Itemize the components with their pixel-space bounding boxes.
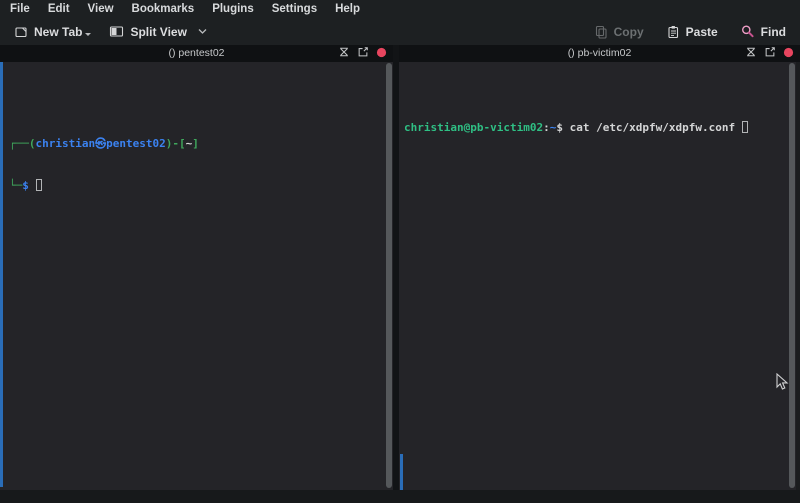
find-magnifier-icon (740, 24, 755, 39)
prompt-at-symbol: ㉿ (95, 137, 106, 150)
detach-tab-icon (764, 46, 776, 61)
terminal-left[interactable]: ┌──(christian㉿pentest02)-[~] └─$ (0, 62, 393, 490)
left-pane-title: () pentest02 (0, 45, 393, 62)
menu-view[interactable]: View (79, 0, 123, 18)
left-detach-tab-button[interactable] (357, 46, 369, 61)
close-icon (783, 46, 794, 61)
left-close-terminal-button[interactable] (376, 46, 387, 61)
right-maximize-terminal-button[interactable] (745, 46, 757, 61)
kali-prompt-line-1: ┌──(christian㉿pentest02)-[~] (9, 137, 393, 151)
right-pane-header: () pb-victim02 (399, 45, 800, 62)
left-terminal-output: ┌──(christian㉿pentest02)-[~] └─$ (0, 104, 393, 221)
menu-bookmarks[interactable]: Bookmarks (123, 0, 204, 18)
new-tab-button[interactable]: New Tab (8, 22, 97, 42)
split-view-chevron-down-icon (198, 28, 207, 35)
copy-button[interactable]: Copy (588, 22, 650, 42)
left-terminal-cursor (36, 179, 42, 191)
window-bottom-strip (0, 490, 800, 503)
paste-label: Paste (686, 25, 718, 39)
split-view-label: Split View (130, 25, 186, 39)
split-view-button[interactable]: Split View (103, 22, 212, 42)
prompt-frame-mid: )-[ (166, 137, 186, 150)
terminal-pane-left: () pentest02 (0, 45, 393, 490)
paste-button[interactable]: Paste (660, 22, 724, 42)
prompt-dollar: $ (22, 179, 29, 192)
right-detach-tab-button[interactable] (764, 46, 776, 61)
right-pane-scrollbar[interactable] (789, 63, 795, 488)
menu-settings[interactable]: Settings (263, 0, 326, 18)
bash-prompt-line: christian@pb-victim02:~$ cat /etc/xdpfw/… (404, 121, 800, 135)
new-tab-icon (14, 25, 28, 39)
new-tab-label: New Tab (34, 25, 82, 39)
toolbar: New Tab Split View (0, 18, 800, 45)
new-lines-highlight-marker (400, 454, 403, 490)
right-terminal-output: christian@pb-victim02:~$ cat /etc/xdpfw/… (399, 90, 800, 163)
menu-plugins[interactable]: Plugins (203, 0, 263, 18)
toolbar-left-group: New Tab Split View (8, 22, 213, 42)
maximize-terminal-icon (745, 46, 757, 61)
left-pane-header: () pentest02 (0, 45, 393, 62)
find-button[interactable]: Find (734, 21, 792, 42)
new-tab-dropdown-caret-icon (85, 33, 91, 36)
prompt-colon: : (543, 121, 550, 134)
right-close-terminal-button[interactable] (783, 46, 794, 61)
prompt-frame-bottom: └─ (9, 179, 22, 192)
split-view-icon (109, 25, 124, 38)
prompt-user: christian (36, 137, 96, 150)
left-maximize-terminal-button[interactable] (338, 46, 350, 61)
split-view-container: () pentest02 (0, 45, 800, 490)
terminal-right[interactable]: christian@pb-victim02:~$ cat /etc/xdpfw/… (399, 62, 800, 490)
maximize-terminal-icon (338, 46, 350, 61)
detach-tab-icon (357, 46, 369, 61)
menu-edit[interactable]: Edit (39, 0, 79, 18)
terminal-pane-right: () pb-victim02 (399, 45, 800, 490)
typed-command: cat /etc/xdpfw/xdpfw.conf (570, 121, 736, 134)
prompt-host: pentest02 (106, 137, 166, 150)
prompt-frame-close: ] (192, 137, 199, 150)
menu-help[interactable]: Help (326, 0, 369, 18)
kali-prompt-line-2: └─$ (9, 179, 393, 193)
toolbar-right-group: Copy Paste Find (588, 21, 792, 42)
menu-bar: File Edit View Bookmarks Plugins Setting… (0, 0, 800, 18)
right-edge-strip (796, 62, 800, 490)
find-label: Find (761, 25, 786, 39)
paste-icon (666, 25, 680, 39)
prompt-frame-open: ┌──( (9, 137, 36, 150)
right-terminal-cursor (742, 121, 748, 133)
right-pane-title: () pb-victim02 (399, 45, 800, 62)
prompt-user-host: christian@pb-victim02 (404, 121, 543, 134)
prompt-dollar: $ (556, 121, 569, 134)
copy-icon (594, 25, 608, 39)
menu-file[interactable]: File (1, 0, 39, 18)
left-pane-focus-line (0, 62, 3, 487)
copy-label: Copy (614, 25, 644, 39)
close-icon (376, 46, 387, 61)
left-pane-scrollbar[interactable] (386, 63, 392, 488)
